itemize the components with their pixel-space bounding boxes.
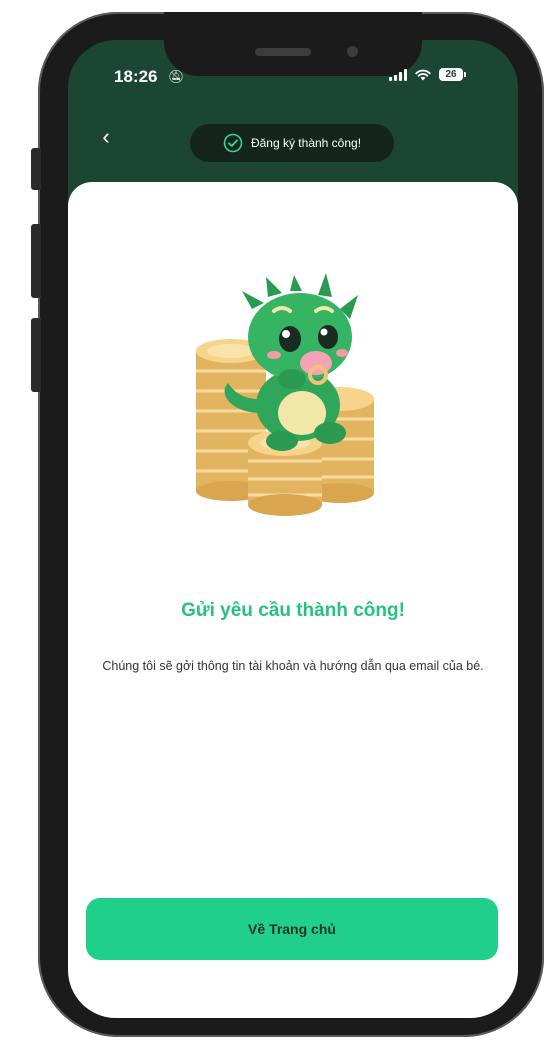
silent-bell-icon: 🔕︎	[168, 69, 185, 84]
phone-silent-switch	[31, 148, 41, 190]
phone-notch	[164, 12, 422, 76]
dragon-mascot-illustration	[196, 273, 374, 516]
battery-icon: 26	[439, 68, 466, 81]
wifi-icon	[415, 69, 431, 81]
success-description: Chúng tôi sẽ gởi thông tin tài khoản và …	[102, 659, 484, 673]
back-chevron-icon[interactable]: ‹	[96, 124, 116, 150]
home-button[interactable]: Về Trang chủ	[86, 898, 498, 960]
success-toast: Đăng ký thành công!	[190, 124, 394, 162]
success-title: Gửi yêu cầu thành công!	[181, 600, 405, 621]
battery-level: 26	[439, 68, 463, 81]
status-time: 18:26	[114, 67, 158, 86]
signal-icon	[389, 68, 407, 81]
notch-speaker	[255, 48, 311, 56]
phone-volume-down	[31, 318, 41, 392]
phone-volume-up	[31, 224, 41, 298]
check-circle-icon	[223, 133, 243, 153]
status-indicators: 26	[389, 68, 466, 81]
notch-camera	[347, 46, 358, 57]
toast-text: Đăng ký thành công!	[250, 136, 362, 150]
